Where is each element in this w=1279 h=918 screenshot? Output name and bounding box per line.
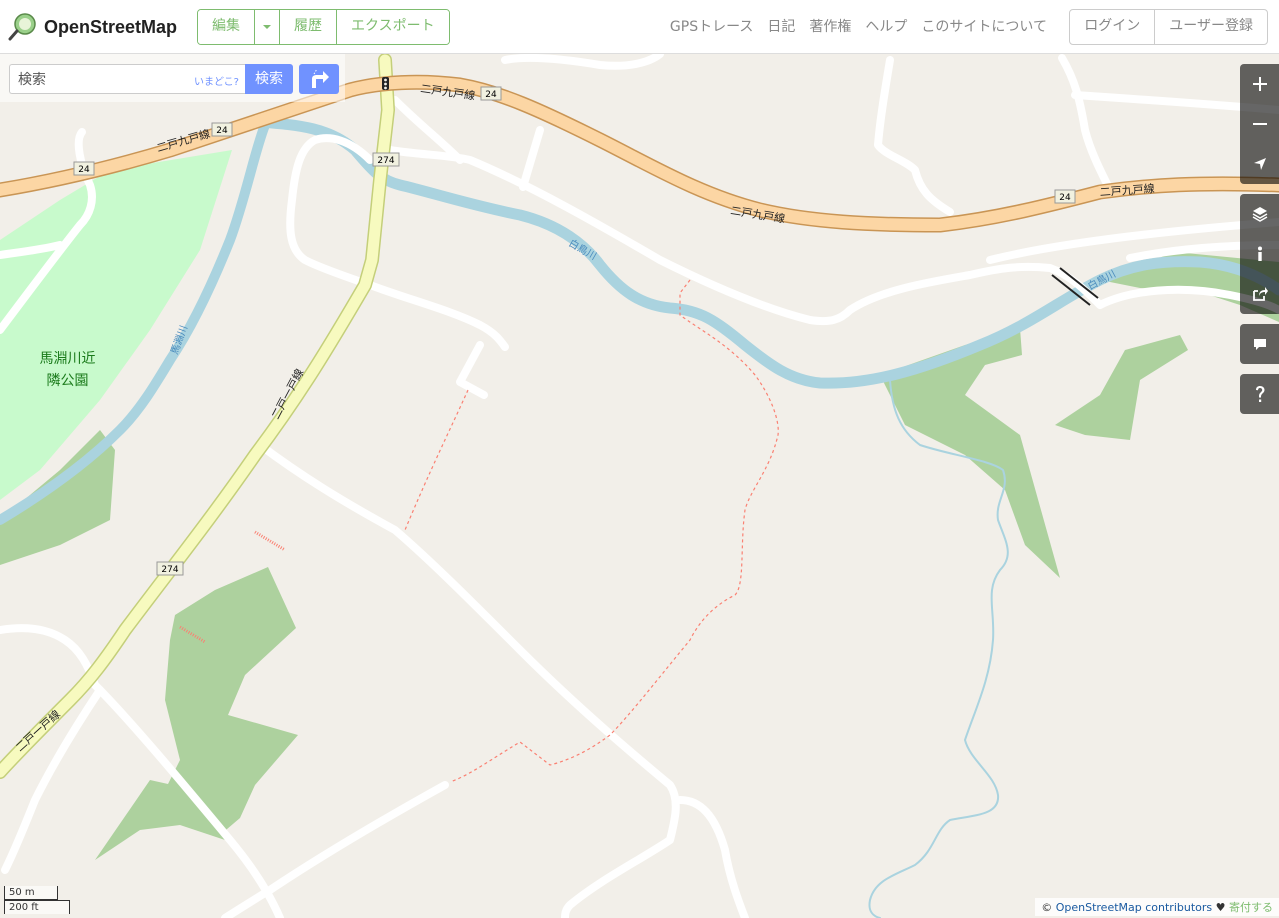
nav-diary[interactable]: 日記 <box>767 16 795 36</box>
share-icon <box>1252 287 1268 301</box>
auth-buttons: ログイン ユーザー登録 <box>1069 9 1268 45</box>
edit-button[interactable]: 編集 <box>198 10 255 44</box>
location-arrow-icon <box>1253 158 1266 170</box>
route-shield-24: 24 <box>216 126 228 136</box>
layers-button[interactable] <box>1240 194 1279 234</box>
route-shield-274: 274 <box>377 156 394 166</box>
park-label: 馬淵川近 隣公園 <box>30 348 105 392</box>
info-icon <box>1257 246 1262 261</box>
minus-icon <box>1252 123 1267 125</box>
site-logo[interactable]: OpenStreetMap <box>8 10 177 44</box>
edit-button-group: 編集 履歴 エクスポート <box>197 9 450 45</box>
park-label-line: 隣公園 <box>46 373 89 389</box>
nav-copyright[interactable]: 著作権 <box>809 16 851 36</box>
nav-about[interactable]: このサイトについて <box>921 16 1047 36</box>
zoom-out-button[interactable] <box>1240 104 1279 144</box>
share-button[interactable] <box>1240 274 1279 314</box>
search-panel: いまどこ? 検索 <box>0 54 345 102</box>
layers-icon <box>1252 207 1267 222</box>
heart-icon: ♥ <box>1215 901 1226 914</box>
copyright-symbol: © <box>1041 901 1053 914</box>
route-shield-24: 24 <box>1059 193 1071 203</box>
route-shield-24: 24 <box>485 90 497 100</box>
osm-logo-icon <box>8 13 36 41</box>
directions-button[interactable] <box>299 64 339 94</box>
add-note-button[interactable] <box>1240 324 1279 364</box>
route-shield-274: 274 <box>161 565 178 575</box>
zoom-controls <box>1240 64 1279 184</box>
map-key-button[interactable] <box>1240 234 1279 274</box>
map-canvas[interactable]: 24 24 24 24 274 274 二戸九戸線 二戸九戸線 二戸九戸線 二戸… <box>0 54 1279 918</box>
query-control <box>1240 374 1279 414</box>
speech-bubble-icon <box>1253 339 1266 350</box>
plus-icon <box>1252 77 1267 91</box>
zoom-in-button[interactable] <box>1240 64 1279 104</box>
signup-button[interactable]: ユーザー登録 <box>1155 10 1267 44</box>
note-control <box>1240 324 1279 364</box>
route-shield-24: 24 <box>78 165 90 175</box>
map-panel-controls <box>1240 194 1279 314</box>
export-button[interactable]: エクスポート <box>337 10 449 44</box>
directions-icon <box>312 68 329 88</box>
scale-bar: 50 m 200 ft <box>4 886 70 914</box>
query-features-button[interactable] <box>1240 374 1279 414</box>
scale-imperial: 200 ft <box>4 900 70 914</box>
park-label-line: 馬淵川近 <box>39 351 96 367</box>
search-input[interactable] <box>16 71 190 89</box>
traffic-signal-icon <box>382 77 389 90</box>
main-nav: GPSトレース 日記 著作権 ヘルプ このサイトについて <box>670 16 1047 36</box>
search-button[interactable]: 検索 <box>245 64 293 94</box>
caret-down-icon <box>263 25 271 29</box>
history-button[interactable]: 履歴 <box>280 10 337 44</box>
donate-link[interactable]: 寄付する <box>1229 901 1273 914</box>
where-am-i-link[interactable]: いまどこ? <box>194 73 239 88</box>
attribution: © OpenStreetMap contributors ♥ 寄付する <box>1035 898 1279 916</box>
nav-help[interactable]: ヘルプ <box>865 16 907 36</box>
nav-gps-traces[interactable]: GPSトレース <box>670 16 753 36</box>
locate-button[interactable] <box>1240 144 1279 184</box>
search-box: いまどこ? <box>9 64 245 94</box>
site-title: OpenStreetMap <box>44 16 178 37</box>
map-svg: 24 24 24 24 274 274 二戸九戸線 二戸九戸線 二戸九戸線 二戸… <box>0 54 1279 918</box>
edit-dropdown-button[interactable] <box>255 10 280 44</box>
question-mark-icon <box>1255 386 1264 402</box>
login-button[interactable]: ログイン <box>1070 10 1156 44</box>
scale-metric: 50 m <box>4 886 58 900</box>
attribution-link[interactable]: OpenStreetMap contributors <box>1056 901 1212 914</box>
site-header: OpenStreetMap 編集 履歴 エクスポート GPSトレース 日記 著作… <box>0 0 1279 54</box>
